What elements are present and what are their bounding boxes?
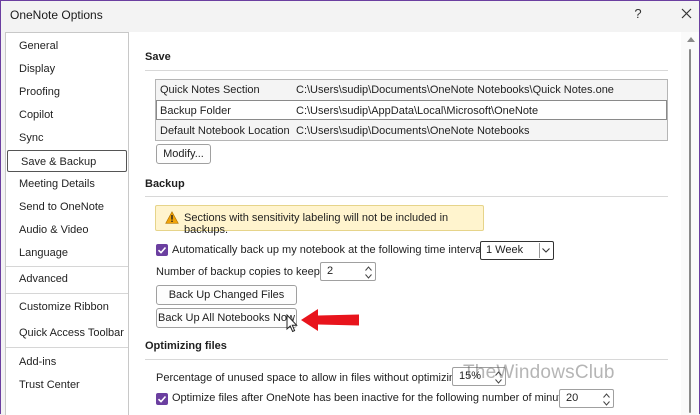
chevron-down-icon [542,248,550,253]
mouse-cursor-icon [286,314,298,333]
backup-copies-label: Number of backup copies to keep: [156,266,323,278]
sidebar-item-customize-ribbon[interactable]: Customize Ribbon [6,296,128,318]
scrollbar-thumb[interactable] [689,49,691,413]
sidebar-item-general[interactable]: General [6,35,128,57]
interval-value: 1 Week [486,244,524,256]
sidebar-item-advanced[interactable]: Advanced [6,268,128,290]
sidebar-item-meeting-details[interactable]: Meeting Details [6,173,128,195]
warning-text: Sections with sensitivity labeling will … [184,212,449,236]
sidebar-item-quick-access-toolbar[interactable]: Quick Access Toolbar [6,322,128,344]
back-up-changed-files-button[interactable]: Back Up Changed Files Now [156,285,297,319]
table-row[interactable]: Quick Notes Section C:\Users\sudip\Docum… [156,80,667,100]
title-bar: OneNote Options ? [1,1,699,29]
location-name: Default Notebook Location [160,125,290,137]
backup-interval-select[interactable]: 1 Week [480,241,554,260]
location-name: Quick Notes Section [160,84,260,96]
dropdown-button[interactable] [539,243,552,258]
sidebar-item-add-ins[interactable]: Add-ins [6,351,128,373]
watermark-text: TheWindowsClub [463,362,615,383]
section-divider [145,196,668,197]
sidebar-item-save-backup[interactable]: Save & Backup [7,150,127,172]
sidebar-divider [6,347,128,348]
check-icon [157,395,167,403]
sidebar-item-proofing[interactable]: Proofing [6,81,128,103]
red-arrow-annotation [301,309,359,331]
location-path: C:\Users\sudip\Documents\OneNote Noteboo… [296,84,614,96]
sidebar-item-audio-video[interactable]: Audio & Video [6,219,128,241]
table-row[interactable]: Default Notebook Location C:\Users\sudip… [156,121,667,141]
spin-down-icon[interactable] [603,400,610,407]
warning-icon [165,211,179,224]
optimize-minutes-value: 20 [566,392,579,404]
backup-copies-stepper[interactable]: 2 [320,262,376,281]
auto-backup-checkbox[interactable] [156,244,168,256]
section-divider [145,70,668,71]
sidebar-item-copilot[interactable]: Copilot [6,104,128,126]
optimize-files-label: Optimize files after OneNote has been in… [172,392,577,404]
modify-button[interactable]: Modify... [156,144,211,164]
sidebar-divider [6,266,128,267]
spin-up-icon[interactable] [603,392,610,399]
unused-space-label: Percentage of unused space to allow in f… [156,372,465,384]
sidebar-item-send-to-onenote[interactable]: Send to OneNote [6,196,128,218]
sensitivity-warning: Sections with sensitivity labeling will … [155,205,484,236]
category-sidebar: General Display Proofing Copilot Sync Sa… [5,32,129,415]
auto-backup-label: Automatically back up my notebook at the… [172,244,487,256]
optimizing-section-title: Optimizing files [145,340,227,352]
save-locations-table: Quick Notes Section C:\Users\sudip\Docum… [155,79,668,141]
save-section-title: Save [145,51,171,63]
back-up-all-notebooks-button[interactable]: Back Up All Notebooks Now [156,308,297,328]
location-name: Backup Folder [160,105,231,117]
optimize-minutes-stepper[interactable]: 20 [559,389,614,408]
check-icon [157,246,167,254]
options-dialog: OneNote Options ? General Display Proofi… [0,0,700,415]
window-title: OneNote Options [10,8,103,22]
spin-up-icon[interactable] [365,265,372,272]
spin-down-icon[interactable] [365,273,372,280]
sidebar-item-language[interactable]: Language [6,242,128,264]
sidebar-divider [6,293,128,294]
sidebar-item-trust-center[interactable]: Trust Center [6,374,128,396]
sidebar-item-display[interactable]: Display [6,58,128,80]
scroll-up-icon[interactable] [687,37,695,42]
section-divider [145,359,668,360]
help-button[interactable]: ? [629,5,647,23]
table-row-selected[interactable]: Backup Folder C:\Users\sudip\AppData\Loc… [156,100,667,120]
close-button[interactable] [676,3,698,25]
sidebar-item-sync[interactable]: Sync [6,127,128,149]
location-path: C:\Users\sudip\Documents\OneNote Noteboo… [296,125,530,137]
backup-section-title: Backup [145,178,185,190]
optimize-files-checkbox[interactable] [156,393,168,405]
close-icon [681,8,692,19]
copies-value: 2 [327,265,334,277]
location-path: C:\Users\sudip\AppData\Local\Microsoft\O… [296,105,539,117]
